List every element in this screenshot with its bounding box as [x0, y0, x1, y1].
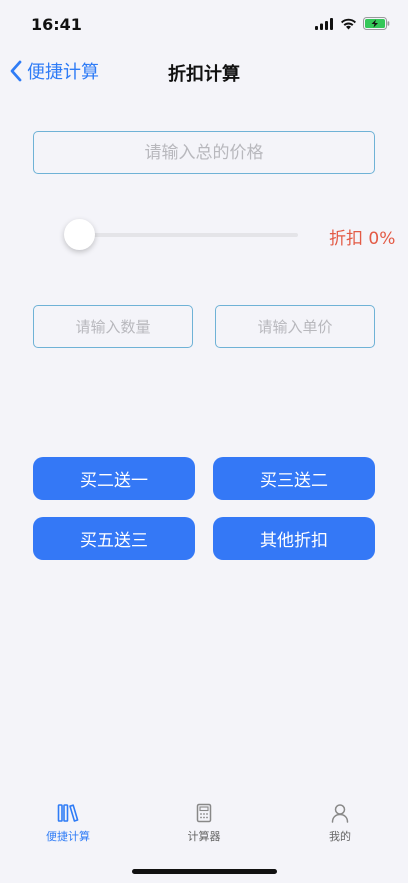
buy-three-get-two-button[interactable]: 买三送二 — [213, 457, 375, 500]
tab-bar: 便捷计算 计算器 我的 — [0, 795, 408, 855]
calculator-icon — [196, 803, 212, 823]
wifi-icon — [341, 18, 356, 29]
unit-price-input[interactable] — [215, 305, 375, 348]
tab-mine-label: 我的 — [329, 830, 351, 843]
tab-calculator-label: 计算器 — [187, 830, 221, 843]
status-time: 16:41 — [31, 15, 82, 34]
page-title: 折扣计算 — [168, 64, 240, 85]
navigation-bar: 便捷计算 折扣计算 — [0, 52, 408, 92]
discount-slider-thumb[interactable] — [64, 219, 95, 250]
discount-percent-label: 折扣 0% — [329, 229, 396, 249]
battery-charging-icon — [363, 17, 390, 30]
buy-five-get-three-button[interactable]: 买五送三 — [33, 517, 195, 560]
other-discount-button[interactable]: 其他折扣 — [213, 517, 375, 560]
status-icons — [315, 17, 390, 30]
cellular-signal-icon — [315, 17, 333, 30]
tab-quick-calc-label: 便捷计算 — [46, 830, 90, 843]
quantity-input[interactable] — [33, 305, 193, 348]
status-bar: 16:41 — [0, 0, 408, 50]
tab-mine[interactable]: 我的 — [285, 795, 395, 844]
total-price-input[interactable] — [33, 131, 375, 174]
books-icon — [57, 804, 79, 822]
home-indicator — [132, 869, 277, 874]
discount-slider-track[interactable] — [80, 233, 298, 237]
tab-quick-calc[interactable]: 便捷计算 — [13, 795, 123, 844]
person-icon — [331, 804, 349, 823]
tab-calculator[interactable]: 计算器 — [149, 795, 259, 844]
buy-two-get-one-button[interactable]: 买二送一 — [33, 457, 195, 500]
